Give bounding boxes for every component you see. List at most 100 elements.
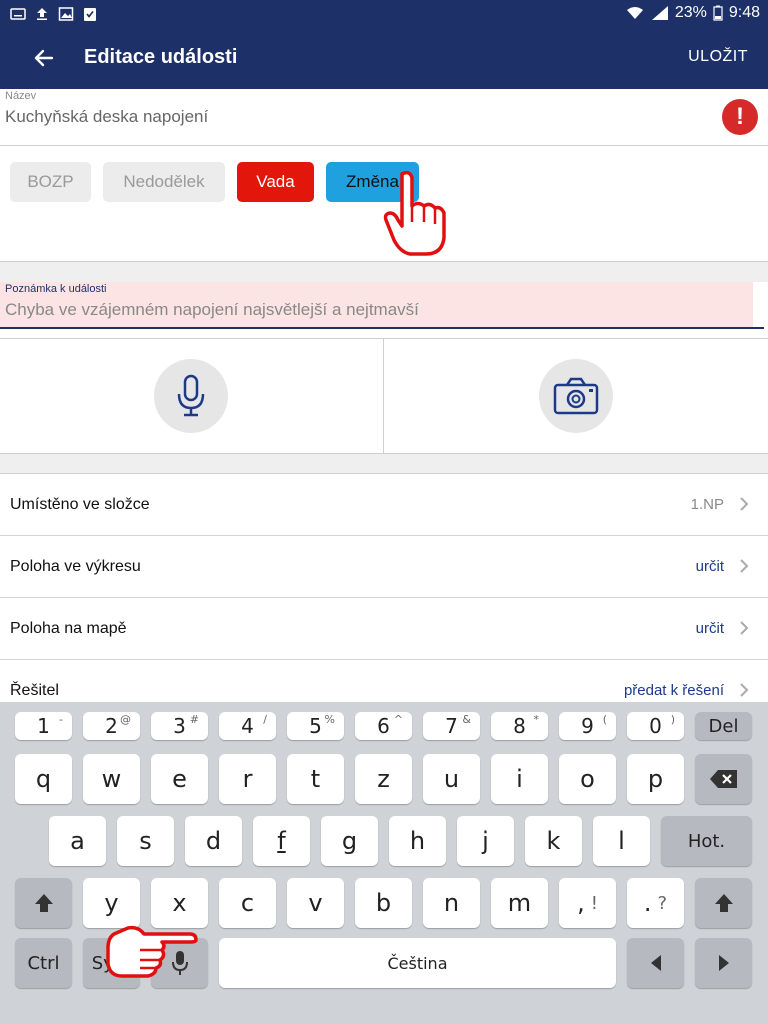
battery-text: 23% (674, 4, 707, 21)
key-period[interactable]: .? (627, 878, 684, 928)
key-g[interactable]: g (321, 816, 378, 866)
key-6[interactable]: 6 ^ (355, 712, 412, 740)
key-c[interactable]: c (219, 878, 276, 928)
backspace-key[interactable] (695, 754, 752, 804)
key-8[interactable]: 8 * (491, 712, 548, 740)
camera-button[interactable] (539, 359, 613, 433)
row-folder-label: Umístěno ve složce (10, 496, 150, 513)
key-l[interactable]: l (593, 816, 650, 866)
key-label: . (643, 889, 652, 917)
key-label: 7 (445, 714, 458, 738)
key-o[interactable]: o (559, 754, 616, 804)
key-comma[interactable]: ,! (559, 878, 616, 928)
key-p[interactable]: p (627, 754, 684, 804)
ctrl-key[interactable]: Ctrl (15, 938, 72, 988)
key-s[interactable]: s (117, 816, 174, 866)
del-key[interactable]: Del (695, 712, 752, 740)
key-alt: & (462, 713, 471, 726)
key-label: 5 (309, 714, 322, 738)
cursor-left-key[interactable] (627, 938, 684, 988)
app-bar: Editace události ULOŽIT (0, 28, 768, 89)
enter-key[interactable]: Hot. (661, 816, 752, 866)
divider (0, 145, 768, 146)
key-d[interactable]: d (185, 816, 242, 866)
key-alt: % (324, 713, 335, 726)
row-map-position[interactable]: Poloha na mapě určit (0, 598, 768, 660)
row-map-label: Poloha na mapě (10, 620, 127, 637)
key-alt: ! (590, 892, 598, 914)
key-j[interactable]: j (457, 816, 514, 866)
key-label: 1 (37, 714, 50, 738)
shift-icon (714, 894, 733, 912)
back-arrow-icon[interactable] (30, 44, 58, 72)
key-2[interactable]: 2 @ (83, 712, 140, 740)
category-vada-button[interactable]: Vada (237, 162, 314, 202)
row-assignee-value: předat k řešení (623, 682, 724, 699)
category-nedodelek-button[interactable]: Nedodělek (103, 162, 225, 202)
pointing-hand-icon (106, 925, 198, 978)
row-folder[interactable]: Umístěno ve složce 1.NP (0, 474, 768, 536)
key-q[interactable]: q (15, 754, 72, 804)
row-folder-value: 1.NP (690, 496, 724, 513)
arrow-left-icon (650, 955, 661, 971)
backspace-icon (709, 770, 737, 788)
wifi-icon (626, 7, 643, 19)
chevron-right-icon (740, 559, 749, 573)
key-5[interactable]: 5% (287, 712, 344, 740)
note-field[interactable]: Poznámka k události Chyba ve vzájemném n… (0, 282, 764, 329)
key-alt: @ (120, 713, 131, 726)
name-field-value[interactable]: Kuchyňská deska napojení (5, 107, 208, 127)
key-label: 3 (173, 714, 186, 738)
key-h[interactable]: h (389, 816, 446, 866)
key-m[interactable]: m (491, 878, 548, 928)
key-v[interactable]: v (287, 878, 344, 928)
note-field-value[interactable]: Chyba ve vzájemném napojení najsvětlejší… (5, 300, 419, 320)
key-i[interactable]: i (491, 754, 548, 804)
key-e[interactable]: e (151, 754, 208, 804)
cursor-right-key[interactable] (695, 938, 752, 988)
save-button[interactable]: ULOŽIT (688, 48, 748, 66)
key-b[interactable]: b (355, 878, 412, 928)
key-z[interactable]: z (355, 754, 412, 804)
key-alt: ^ (393, 713, 403, 726)
shift-key-right[interactable] (695, 878, 752, 928)
key-w[interactable]: w (83, 754, 140, 804)
status-bar: 23% 9:48 (0, 0, 768, 28)
clock: 9:48 (728, 4, 760, 21)
divider (0, 338, 768, 339)
row-map-value: určit (695, 620, 724, 637)
key-f[interactable]: f (253, 816, 310, 866)
key-1[interactable]: 1- (15, 712, 72, 740)
key-u[interactable]: u (423, 754, 480, 804)
key-3[interactable]: 3 # (151, 712, 208, 740)
shift-icon (34, 894, 53, 912)
camera-icon (553, 377, 599, 415)
name-field[interactable]: Název Kuchyňská deska napojení ! (0, 89, 768, 145)
microphone-icon (177, 374, 205, 417)
microphone-button[interactable] (154, 359, 228, 433)
signal-icon (651, 6, 668, 20)
error-icon[interactable]: ! (722, 99, 758, 135)
key-t[interactable]: t (287, 754, 344, 804)
key-7[interactable]: 7 & (423, 712, 480, 740)
media-divider (383, 339, 384, 453)
key-label: 8 (513, 714, 526, 738)
key-n[interactable]: n (423, 878, 480, 928)
chevron-right-icon (740, 683, 749, 697)
key-a[interactable]: a (49, 816, 106, 866)
key-k[interactable]: k (525, 816, 582, 866)
row-drawing-position[interactable]: Poloha ve výkresu určit (0, 536, 768, 598)
category-bozp-button[interactable]: BOZP (10, 162, 91, 202)
key-label: , (577, 889, 585, 917)
row-drawing-value: určit (695, 558, 724, 575)
key-0[interactable]: 0) (627, 712, 684, 740)
key-4[interactable]: 4/ (219, 712, 276, 740)
spacebar[interactable]: Čeština (219, 938, 616, 988)
shift-key-left[interactable] (15, 878, 72, 928)
key-r[interactable]: r (219, 754, 276, 804)
chevron-right-icon (740, 621, 749, 635)
key-label: 4 (241, 714, 254, 738)
row-drawing-label: Poloha ve výkresu (10, 558, 141, 575)
key-9[interactable]: 9( (559, 712, 616, 740)
note-field-underline (0, 327, 764, 329)
